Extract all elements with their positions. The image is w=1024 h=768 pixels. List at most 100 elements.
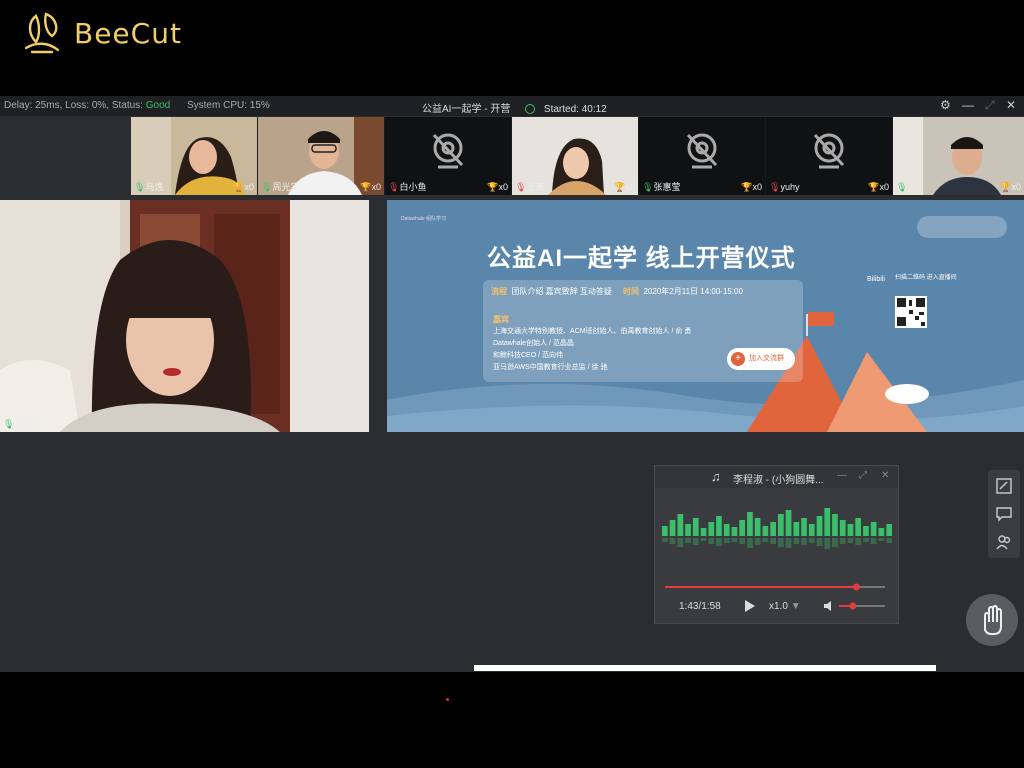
- raise-hand-button[interactable]: [966, 594, 1018, 646]
- spectrum-reflection: [754, 538, 761, 545]
- participant-tile[interactable]: 🎙yuhy 🏆x0: [766, 117, 892, 195]
- title-bar: Delay: 25ms, Loss: 0%, Status: Good Syst…: [0, 96, 1024, 116]
- track-title: 李程淑 - (小狗圆舞...: [733, 475, 824, 486]
- spectrum-bar: [708, 522, 715, 536]
- spectrum-bar: [878, 528, 885, 536]
- participants-icon[interactable]: [996, 534, 1012, 550]
- participant-name: 🎙王芳: [515, 182, 545, 192]
- trophy-icon: 🏆: [360, 182, 372, 192]
- spectrum-reflection: [801, 538, 807, 545]
- trophy-icon: 🏆: [233, 182, 245, 192]
- participant-tile[interactable]: 🎙王芳 🏆x0: [512, 117, 638, 195]
- playback-speed[interactable]: x1.0 ▼: [769, 601, 801, 612]
- spectrum-reflection: [878, 538, 885, 541]
- speaker-video[interactable]: 🎙李程淑: [0, 200, 369, 432]
- spectrum-bar: [847, 524, 854, 536]
- trophy-icon: 🏆: [614, 182, 626, 192]
- participant-tile[interactable]: 🎙白小鱼 🏆x0: [385, 117, 511, 195]
- spectrum-reflection: [716, 538, 722, 546]
- close-button[interactable]: ✕: [1006, 98, 1016, 112]
- participant-name: 🎙白小鱼: [388, 182, 427, 192]
- participant-name: 🎙周光宇: [261, 182, 300, 192]
- spectrum-bar: [808, 524, 815, 536]
- spectrum-reflection: [793, 538, 800, 544]
- qr-code-icon: [895, 296, 927, 328]
- settings-gear-icon[interactable]: ⚙: [940, 98, 951, 112]
- slider-knob[interactable]: [852, 583, 860, 591]
- elapsed-time: Started: 40:12: [543, 104, 607, 115]
- slide-title: 公益AI一起学 线上开营仪式: [487, 245, 796, 272]
- slider-knob[interactable]: [849, 602, 857, 610]
- spectrum-bar: [778, 514, 784, 536]
- spectrum-bar: [886, 524, 892, 536]
- maximize-button[interactable]: ⤢: [985, 98, 995, 113]
- spectrum-reflection: [747, 538, 753, 548]
- spectrum-bar: [801, 518, 807, 536]
- spectrum-bar: [731, 527, 738, 536]
- chevron-down-icon: ▼: [790, 601, 801, 612]
- edit-note-icon[interactable]: [996, 478, 1012, 494]
- music-note-icon: ♫: [711, 469, 721, 484]
- spectrum-reflection: [708, 538, 715, 544]
- spectrum-reflection: [886, 538, 892, 543]
- cpu-usage: System CPU: 15%: [186, 100, 270, 111]
- trophy-count: 🏆x0: [614, 182, 635, 192]
- speaker-video-feed: [0, 200, 369, 432]
- player-close-button[interactable]: ✕: [881, 470, 889, 481]
- camera-off-icon: [813, 133, 845, 169]
- meeting-title: 公益AI一起学 - 开营: [422, 104, 511, 115]
- participant-name: 🎙张惠莹: [642, 182, 681, 192]
- indicator-dot: [446, 698, 449, 701]
- spectrum-bar: [739, 520, 745, 536]
- mic-on-icon: 🎙: [642, 182, 654, 192]
- volume-slider[interactable]: [839, 601, 889, 611]
- join-group-button: 加入交流群: [727, 348, 795, 370]
- spectrum-bar: [770, 522, 776, 536]
- trophy-count: 🏆x0: [360, 182, 381, 192]
- spectrum-reflection: [863, 538, 869, 542]
- volume-icon[interactable]: [823, 600, 835, 612]
- spectrum-reflection: [669, 538, 676, 544]
- music-player[interactable]: ♫ 李程淑 - (小狗圆舞... — ⤢ ✕ 1:43/1:58 x1.0 ▼: [654, 465, 899, 624]
- spectrum-reflection: [832, 538, 838, 547]
- participant-tile[interactable]: 🎙y 🏆x0: [893, 117, 1024, 195]
- spectrum-reflection: [778, 538, 784, 547]
- minimize-button[interactable]: —: [962, 98, 974, 112]
- spectrum-bar: [824, 508, 831, 536]
- slide-toolbar[interactable]: [917, 216, 1007, 238]
- play-icon[interactable]: [744, 599, 756, 613]
- mic-off-icon: 🎙: [515, 182, 527, 192]
- participant-tile[interactable]: 🎙马逸 🏆x0: [131, 117, 257, 195]
- chat-icon[interactable]: [996, 506, 1012, 522]
- spectrum-reflection: [700, 538, 707, 541]
- spectrum-reflection: [855, 538, 861, 545]
- guest-list: 嘉宾 上海交通大学特别教授、ACM班创始人、伯禹教育创始人 / 俞 勇 Data…: [493, 315, 692, 371]
- seek-slider[interactable]: [665, 582, 887, 592]
- mic-on-icon: 🎙: [261, 182, 273, 192]
- mic-on-icon: 🎙: [896, 182, 908, 192]
- bottom-highlight-bar: [474, 665, 936, 671]
- player-minimize-button[interactable]: —: [837, 470, 847, 481]
- schedule-row: 流程 团队介绍 嘉宾致辞 互动答疑 时间 2020年2月11日 14:00-15…: [491, 287, 743, 296]
- participant-strip: 🎙马逸 🏆x0 🎙周光宇 🏆x0 🎙白小鱼 🏆x0 🎙王芳 🏆x0 🎙张惠莹 🏆…: [131, 117, 1024, 195]
- spectrum-bar: [700, 528, 707, 536]
- camera-off-icon: [432, 133, 464, 169]
- spectrum-reflection: [692, 538, 699, 545]
- participant-tile[interactable]: 🎙周光宇 🏆x0: [258, 117, 384, 195]
- spectrum-bar: [677, 514, 684, 536]
- participant-tile[interactable]: 🎙张惠莹 🏆x0: [639, 117, 765, 195]
- spectrum-reflection: [677, 538, 684, 547]
- bilibili-logo: Bilibili: [867, 276, 885, 283]
- shared-screen-slide[interactable]: Datawhale 组队学习 公益AI一起学 线上开营仪式 流程 团队介绍 嘉宾…: [387, 200, 1024, 432]
- scan-qr-text: 扫描二维码 进入直播间: [895, 275, 957, 281]
- spectrum-reflection: [808, 538, 815, 543]
- hand-icon: [984, 604, 1002, 635]
- trophy-icon: 🏆: [868, 182, 880, 192]
- camera-off-icon: [686, 133, 718, 169]
- trophy-count: 🏆x0: [1000, 182, 1021, 192]
- participant-name: 🎙y: [896, 182, 912, 192]
- clock-icon: [525, 104, 536, 114]
- watermark-text: BeeCut: [74, 16, 182, 50]
- trophy-count: 🏆x0: [868, 182, 889, 192]
- player-expand-button[interactable]: ⤢: [859, 470, 867, 481]
